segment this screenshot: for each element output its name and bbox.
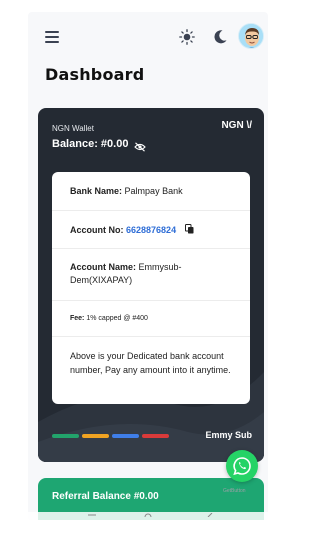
eye-off-icon[interactable] — [134, 139, 147, 152]
account-name-row: Account Name: Emmysub-Dem(XIXAPAY) — [52, 248, 250, 300]
whatsapp-button[interactable] — [226, 450, 258, 482]
fee-row: Fee: 1% capped @ #400 — [52, 300, 250, 336]
bank-name-label: Bank Name: — [70, 186, 123, 196]
balance-text: Balance: #0.00 — [52, 138, 129, 150]
fee-label: Fee: — [70, 315, 85, 322]
page-title: Dashboard — [45, 65, 145, 84]
stripe-green — [52, 434, 79, 438]
stripe-orange — [82, 434, 109, 438]
balance-row: Balance: #0.00 — [52, 138, 147, 152]
top-bar — [28, 12, 268, 62]
fee-value: 1% capped @ #400 — [86, 315, 148, 322]
home-icon[interactable] — [144, 513, 152, 517]
stripe-red — [142, 434, 169, 438]
moon-icon[interactable] — [211, 28, 229, 46]
color-stripes — [52, 434, 169, 438]
bank-name-row: Bank Name: Palmpay Bank — [52, 172, 250, 210]
back-icon[interactable] — [206, 513, 214, 517]
currency-selector[interactable]: NGN \/ — [221, 120, 252, 131]
account-number-label: Account No: — [70, 225, 124, 235]
sun-icon[interactable] — [178, 28, 196, 46]
account-panel: Bank Name: Palmpay Bank Account No: 6628… — [52, 172, 250, 404]
referral-balance: Referral Balance #0.00 — [52, 491, 159, 502]
getbutton-label[interactable]: GetButton — [223, 488, 246, 494]
menu-icon[interactable] — [45, 31, 59, 43]
phone-screen: Dashboard NGN Wallet NGN \/ Balance: #0.… — [28, 12, 268, 520]
wallet-label: NGN Wallet — [52, 124, 94, 133]
brand-name: Emmy Sub — [205, 430, 252, 440]
bank-name-value: Palmpay Bank — [124, 186, 183, 196]
account-name-label: Account Name: — [70, 262, 137, 272]
account-number-row: Account No: 6628876824 — [52, 210, 250, 248]
stripe-blue — [112, 434, 139, 438]
account-number-value[interactable]: 6628876824 — [126, 225, 176, 235]
account-note: Above is your Dedicated bank account num… — [52, 336, 250, 404]
recents-icon[interactable] — [88, 513, 96, 517]
system-nav-bar — [28, 512, 268, 520]
avatar[interactable] — [238, 23, 264, 49]
copy-icon[interactable] — [184, 212, 194, 234]
whatsapp-icon — [233, 457, 251, 476]
